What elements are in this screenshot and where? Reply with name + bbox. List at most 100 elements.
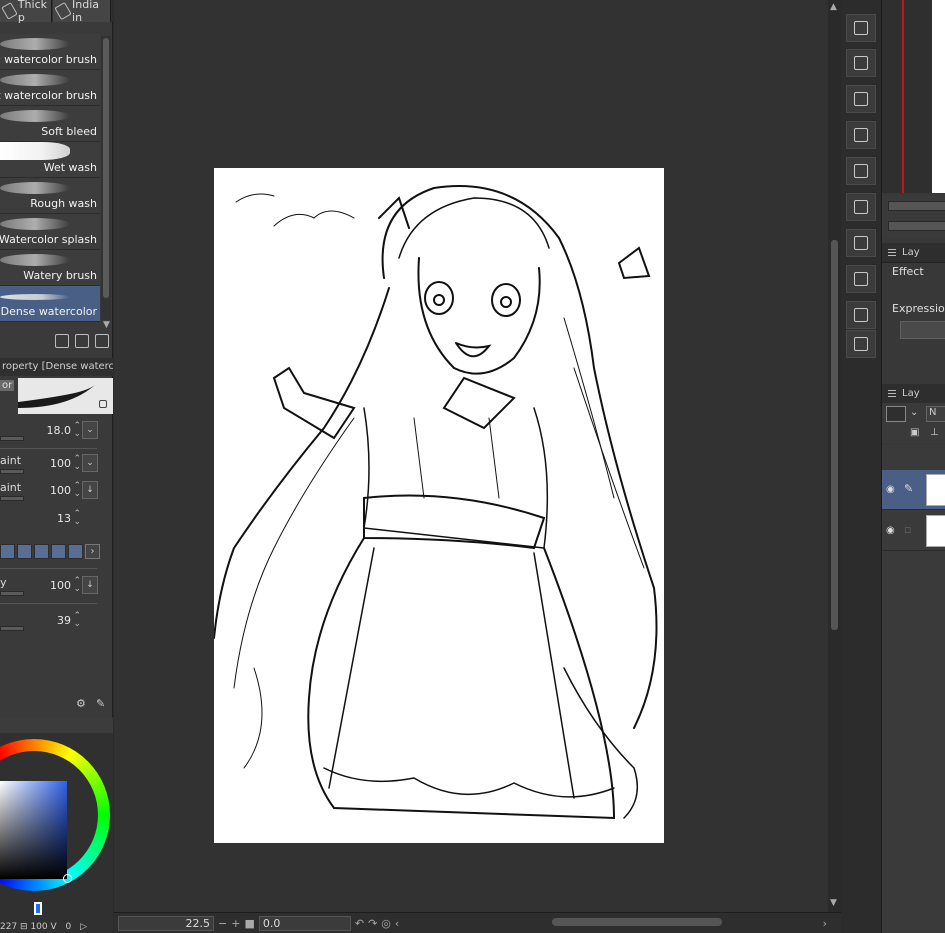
swatch[interactable] xyxy=(51,544,66,559)
import-button[interactable] xyxy=(846,14,876,42)
spin-icon[interactable]: ⌃ ⌄ xyxy=(73,422,81,439)
blend-mode-select[interactable]: N xyxy=(926,406,945,422)
paint-amount-slider[interactable] xyxy=(0,469,24,474)
favorite-button[interactable] xyxy=(846,301,876,329)
swatch[interactable] xyxy=(0,544,15,559)
brush-list-scrollbar[interactable] xyxy=(101,36,111,320)
layer-property-header: Lay xyxy=(882,243,945,263)
paint-density-slider[interactable] xyxy=(0,496,24,501)
blend-mode-box[interactable] xyxy=(886,406,906,422)
menu-icon[interactable] xyxy=(888,390,896,397)
brush-size-value[interactable]: 18.0 xyxy=(47,424,72,437)
opacity-slider[interactable] xyxy=(0,591,24,596)
swatch[interactable] xyxy=(17,544,32,559)
size-slider[interactable] xyxy=(0,436,24,441)
paint-density-value[interactable]: 100 xyxy=(50,484,71,497)
lock-icon[interactable] xyxy=(99,400,107,408)
misc-slider[interactable] xyxy=(0,626,24,631)
brush-item[interactable]: Watery brush xyxy=(0,250,100,286)
brush-item[interactable]: Watercolor splash xyxy=(0,214,100,250)
layer-row[interactable]: ◉ ▫ xyxy=(882,511,945,551)
hue-marker[interactable] xyxy=(34,902,42,915)
grid-button[interactable] xyxy=(846,49,876,77)
scroll-down-icon[interactable]: ▼ xyxy=(830,898,837,908)
close-button[interactable] xyxy=(846,85,876,113)
eye-icon[interactable]: ◉ xyxy=(886,525,895,536)
settings-icon[interactable]: ⚙ xyxy=(76,697,86,710)
canvas-area[interactable]: ▲ ▼ xyxy=(114,0,841,912)
spin-icon[interactable]: ⌃ ⌄ xyxy=(73,482,81,499)
spin-icon[interactable]: ⌃ ⌄ xyxy=(73,612,81,629)
layer-row[interactable]: ◉ ✎ xyxy=(882,470,945,510)
spin-icon[interactable]: ⌃ ⌄ xyxy=(73,455,81,472)
brush-item-selected[interactable]: Dense watercolor xyxy=(0,286,100,322)
scroll-right-icon[interactable]: › xyxy=(823,917,827,930)
rotate-right-icon[interactable]: ↷ xyxy=(368,917,377,930)
zoom-in-icon[interactable]: + xyxy=(231,917,240,930)
layer-tab[interactable]: Lay xyxy=(902,388,920,399)
dynamics-button[interactable]: ⌄ xyxy=(82,454,98,472)
tab-thick-paint[interactable]: Thick p xyxy=(0,0,52,24)
menu-icon[interactable] xyxy=(888,249,896,256)
expression-color-select[interactable] xyxy=(900,321,945,339)
pen-icon xyxy=(54,1,72,21)
saturation-value-square[interactable] xyxy=(0,781,67,879)
dynamics-button[interactable]: ⌄ xyxy=(82,421,98,439)
lock-layer-icon[interactable]: ⊥ xyxy=(930,427,939,438)
brush-item[interactable]: Flat watercolor brush xyxy=(0,70,100,106)
rotate-slider[interactable] xyxy=(888,221,945,231)
paint-amount-value[interactable]: 100 xyxy=(50,457,71,470)
import-icon[interactable] xyxy=(55,334,69,348)
reset-rotation-icon[interactable]: ◎ xyxy=(381,917,391,930)
drawing-canvas[interactable] xyxy=(214,168,664,843)
pencil-icon[interactable]: ✎ xyxy=(904,482,913,495)
trash-icon[interactable] xyxy=(95,334,109,348)
grid-button-2[interactable] xyxy=(846,265,876,293)
color-value-v: 0 xyxy=(65,922,72,932)
expression-label: Expression xyxy=(892,302,945,315)
chevron-down-icon[interactable]: ⌄ xyxy=(910,407,918,418)
import-button-2[interactable] xyxy=(846,121,876,149)
zoom-field[interactable]: 22.5 xyxy=(118,915,214,931)
stroke-value[interactable]: 13 xyxy=(57,512,71,525)
spin-icon[interactable]: ⌃ ⌄ xyxy=(73,577,81,594)
canvas-vertical-scrollbar[interactable]: ▲ ▼ xyxy=(828,0,841,912)
layer-panel-header: Lay xyxy=(882,384,945,404)
scroll-down-icon[interactable]: ▼ xyxy=(103,320,110,330)
asset-button[interactable] xyxy=(846,330,876,358)
scroll-up-icon[interactable]: ▲ xyxy=(830,2,837,12)
wrench-icon[interactable]: ✎ xyxy=(96,697,105,710)
duplicate-icon[interactable] xyxy=(75,334,89,348)
download-icon[interactable]: ↓ xyxy=(82,576,98,594)
zoom-out-icon[interactable]: − xyxy=(218,917,227,930)
rotation-field[interactable]: 0.0 xyxy=(258,915,351,931)
navigator-preview[interactable] xyxy=(882,0,945,193)
scroll-left-icon[interactable]: ‹ xyxy=(395,917,399,930)
figure-button[interactable] xyxy=(846,229,876,257)
window-button[interactable] xyxy=(846,157,876,185)
opacity-value[interactable]: 100 xyxy=(50,579,71,592)
swatch[interactable] xyxy=(68,544,83,559)
canvas-horizontal-scrollbar[interactable] xyxy=(552,918,722,926)
resize-button[interactable] xyxy=(846,193,876,221)
eye-icon[interactable]: ◉ xyxy=(886,484,895,495)
brush-item[interactable]: und watercolor brush xyxy=(0,34,100,70)
play-icon[interactable]: ▷ xyxy=(80,922,87,932)
clip-icon[interactable]: ▣ xyxy=(910,427,919,438)
color-cursor[interactable] xyxy=(63,874,72,883)
download-icon[interactable]: ↓ xyxy=(82,481,98,499)
color-values: 227 ⊟ 100 V xyxy=(0,922,57,932)
layer-property-tab[interactable]: Lay xyxy=(902,247,920,258)
brush-item[interactable]: Soft bleed xyxy=(0,106,100,142)
fit-icon[interactable]: ■ xyxy=(244,917,254,930)
brush-item[interactable]: Rough wash xyxy=(0,178,100,214)
chevron-right-icon[interactable]: › xyxy=(85,544,100,559)
zoom-slider[interactable] xyxy=(888,201,945,211)
swatch[interactable] xyxy=(34,544,49,559)
misc-value[interactable]: 39 xyxy=(57,614,71,627)
spin-icon[interactable]: ⌃ ⌄ xyxy=(73,510,81,527)
rotate-left-icon[interactable]: ↶ xyxy=(355,917,364,930)
brush-item[interactable]: Wet wash xyxy=(0,142,100,178)
edit-off-icon[interactable]: ▫ xyxy=(904,523,911,536)
tab-india-ink[interactable]: India in xyxy=(53,0,111,24)
